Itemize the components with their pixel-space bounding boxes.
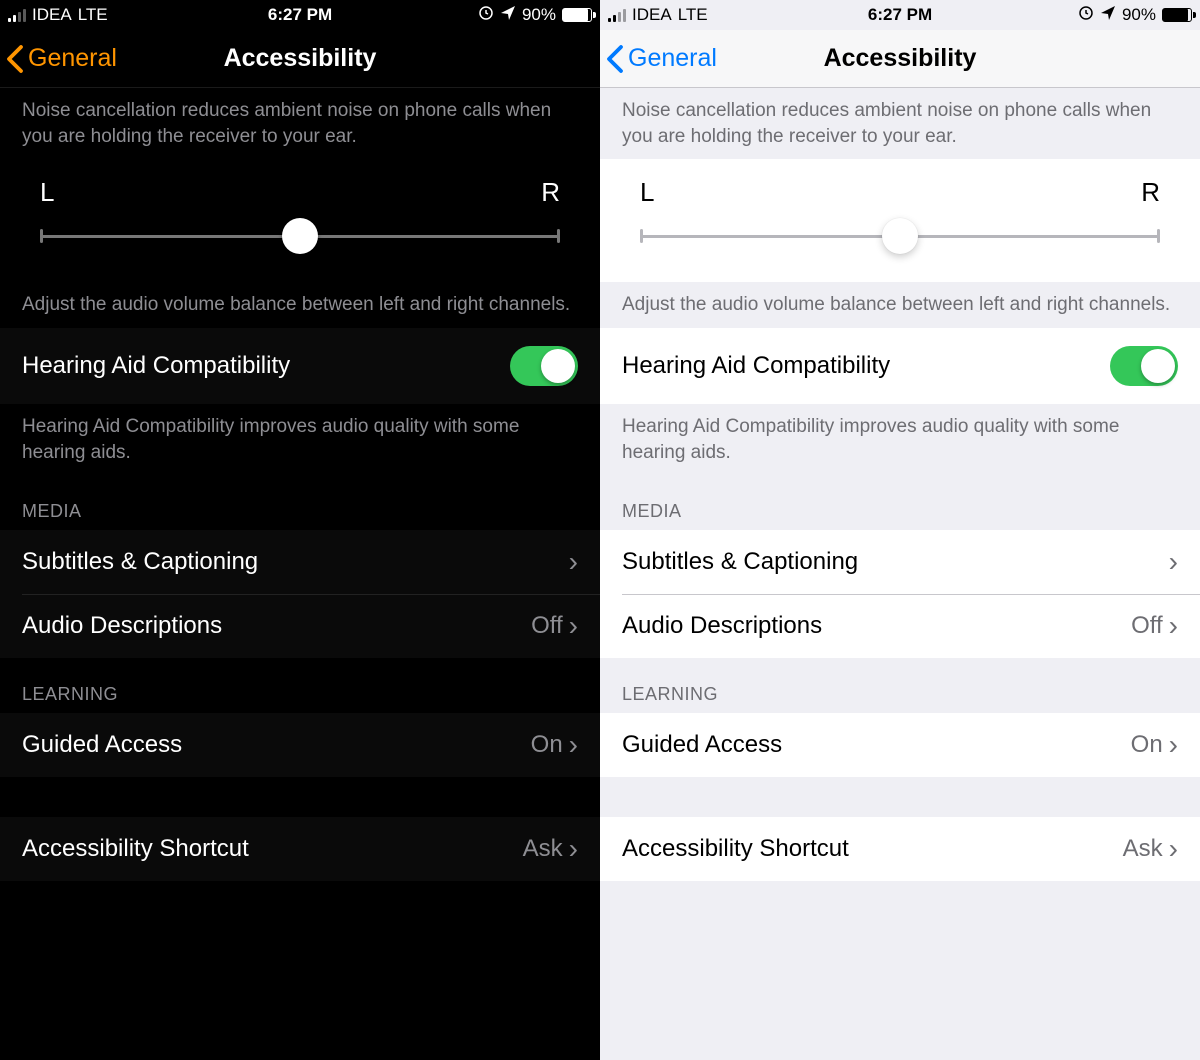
shortcut-value: Ask	[523, 835, 563, 863]
section-media: MEDIA	[0, 475, 600, 530]
chevron-left-icon	[606, 44, 624, 74]
location-icon	[1100, 5, 1116, 26]
balance-slider-cell: L R	[0, 159, 600, 282]
balance-slider[interactable]	[640, 216, 1160, 256]
carrier-label: IDEA	[632, 5, 672, 25]
back-button[interactable]: General	[6, 30, 117, 87]
status-bar: IDEA LTE 6:27 PM 90%	[0, 0, 600, 30]
chevron-left-icon	[6, 44, 24, 74]
guided-access-row[interactable]: Guided Access On ›	[600, 713, 1200, 777]
back-button[interactable]: General	[606, 30, 717, 87]
battery-icon	[1162, 8, 1192, 22]
slider-left-label: L	[640, 177, 654, 208]
subtitles-label: Subtitles & Captioning	[22, 548, 569, 576]
hearing-aid-label: Hearing Aid Compatibility	[622, 352, 1110, 380]
location-icon	[500, 5, 516, 26]
settings-scroll[interactable]: Noise cancellation reduces ambient noise…	[0, 88, 600, 1060]
accessibility-shortcut-row[interactable]: Accessibility Shortcut Ask ›	[600, 817, 1200, 881]
nav-bar: General Accessibility	[0, 30, 600, 88]
shortcut-value: Ask	[1123, 835, 1163, 863]
audio-desc-value: Off	[1131, 612, 1163, 640]
hearing-aid-desc: Hearing Aid Compatibility improves audio…	[0, 404, 600, 475]
chevron-right-icon: ›	[1169, 731, 1178, 759]
hearing-aid-toggle[interactable]	[510, 346, 578, 386]
guided-label: Guided Access	[622, 731, 1131, 759]
guided-value: On	[1131, 731, 1163, 759]
page-title: Accessibility	[224, 44, 377, 73]
balance-desc: Adjust the audio volume balance between …	[600, 282, 1200, 328]
section-learning: LEARNING	[600, 658, 1200, 713]
noise-cancel-desc: Noise cancellation reduces ambient noise…	[600, 88, 1200, 159]
screen-dark: IDEA LTE 6:27 PM 90% General Accessibili…	[0, 0, 600, 1060]
chevron-right-icon: ›	[569, 612, 578, 640]
audio-desc-label: Audio Descriptions	[22, 612, 531, 640]
audio-descriptions-row[interactable]: Audio Descriptions Off ›	[0, 594, 600, 658]
shortcut-label: Accessibility Shortcut	[622, 835, 1123, 863]
slider-right-label: R	[1141, 177, 1160, 208]
carrier-label: IDEA	[32, 5, 72, 25]
shortcut-label: Accessibility Shortcut	[22, 835, 523, 863]
hearing-aid-row[interactable]: Hearing Aid Compatibility	[0, 328, 600, 404]
nav-bar: General Accessibility	[600, 30, 1200, 88]
chevron-right-icon: ›	[1169, 612, 1178, 640]
accessibility-shortcut-row[interactable]: Accessibility Shortcut Ask ›	[0, 817, 600, 881]
page-title: Accessibility	[824, 44, 977, 73]
audio-desc-label: Audio Descriptions	[622, 612, 1131, 640]
chevron-right-icon: ›	[1169, 548, 1178, 576]
slider-right-label: R	[541, 177, 560, 208]
section-media: MEDIA	[600, 475, 1200, 530]
signal-icon	[8, 8, 26, 22]
orientation-lock-icon	[478, 5, 494, 26]
battery-pct: 90%	[1122, 5, 1156, 25]
hearing-aid-toggle[interactable]	[1110, 346, 1178, 386]
status-bar: IDEA LTE 6:27 PM 90%	[600, 0, 1200, 30]
hearing-aid-row[interactable]: Hearing Aid Compatibility	[600, 328, 1200, 404]
subtitles-label: Subtitles & Captioning	[622, 548, 1169, 576]
settings-scroll[interactable]: Noise cancellation reduces ambient noise…	[600, 88, 1200, 1060]
audio-desc-value: Off	[531, 612, 563, 640]
audio-descriptions-row[interactable]: Audio Descriptions Off ›	[600, 594, 1200, 658]
subtitles-row[interactable]: Subtitles & Captioning ›	[0, 530, 600, 594]
subtitles-row[interactable]: Subtitles & Captioning ›	[600, 530, 1200, 594]
battery-icon	[562, 8, 592, 22]
battery-pct: 90%	[522, 5, 556, 25]
network-label: LTE	[678, 5, 708, 25]
guided-value: On	[531, 731, 563, 759]
screen-light: IDEA LTE 6:27 PM 90% General Accessibili…	[600, 0, 1200, 1060]
chevron-right-icon: ›	[1169, 835, 1178, 863]
balance-slider-cell: L R	[600, 159, 1200, 282]
network-label: LTE	[78, 5, 108, 25]
noise-cancel-desc: Noise cancellation reduces ambient noise…	[0, 88, 600, 159]
section-learning: LEARNING	[0, 658, 600, 713]
back-label: General	[28, 44, 117, 73]
balance-slider[interactable]	[40, 216, 560, 256]
hearing-aid-label: Hearing Aid Compatibility	[22, 352, 510, 380]
orientation-lock-icon	[1078, 5, 1094, 26]
back-label: General	[628, 44, 717, 73]
chevron-right-icon: ›	[569, 548, 578, 576]
signal-icon	[608, 8, 626, 22]
chevron-right-icon: ›	[569, 835, 578, 863]
hearing-aid-desc: Hearing Aid Compatibility improves audio…	[600, 404, 1200, 475]
guided-access-row[interactable]: Guided Access On ›	[0, 713, 600, 777]
slider-left-label: L	[40, 177, 54, 208]
balance-desc: Adjust the audio volume balance between …	[0, 282, 600, 328]
chevron-right-icon: ›	[569, 731, 578, 759]
slider-thumb[interactable]	[882, 218, 918, 254]
guided-label: Guided Access	[22, 731, 531, 759]
slider-thumb[interactable]	[282, 218, 318, 254]
